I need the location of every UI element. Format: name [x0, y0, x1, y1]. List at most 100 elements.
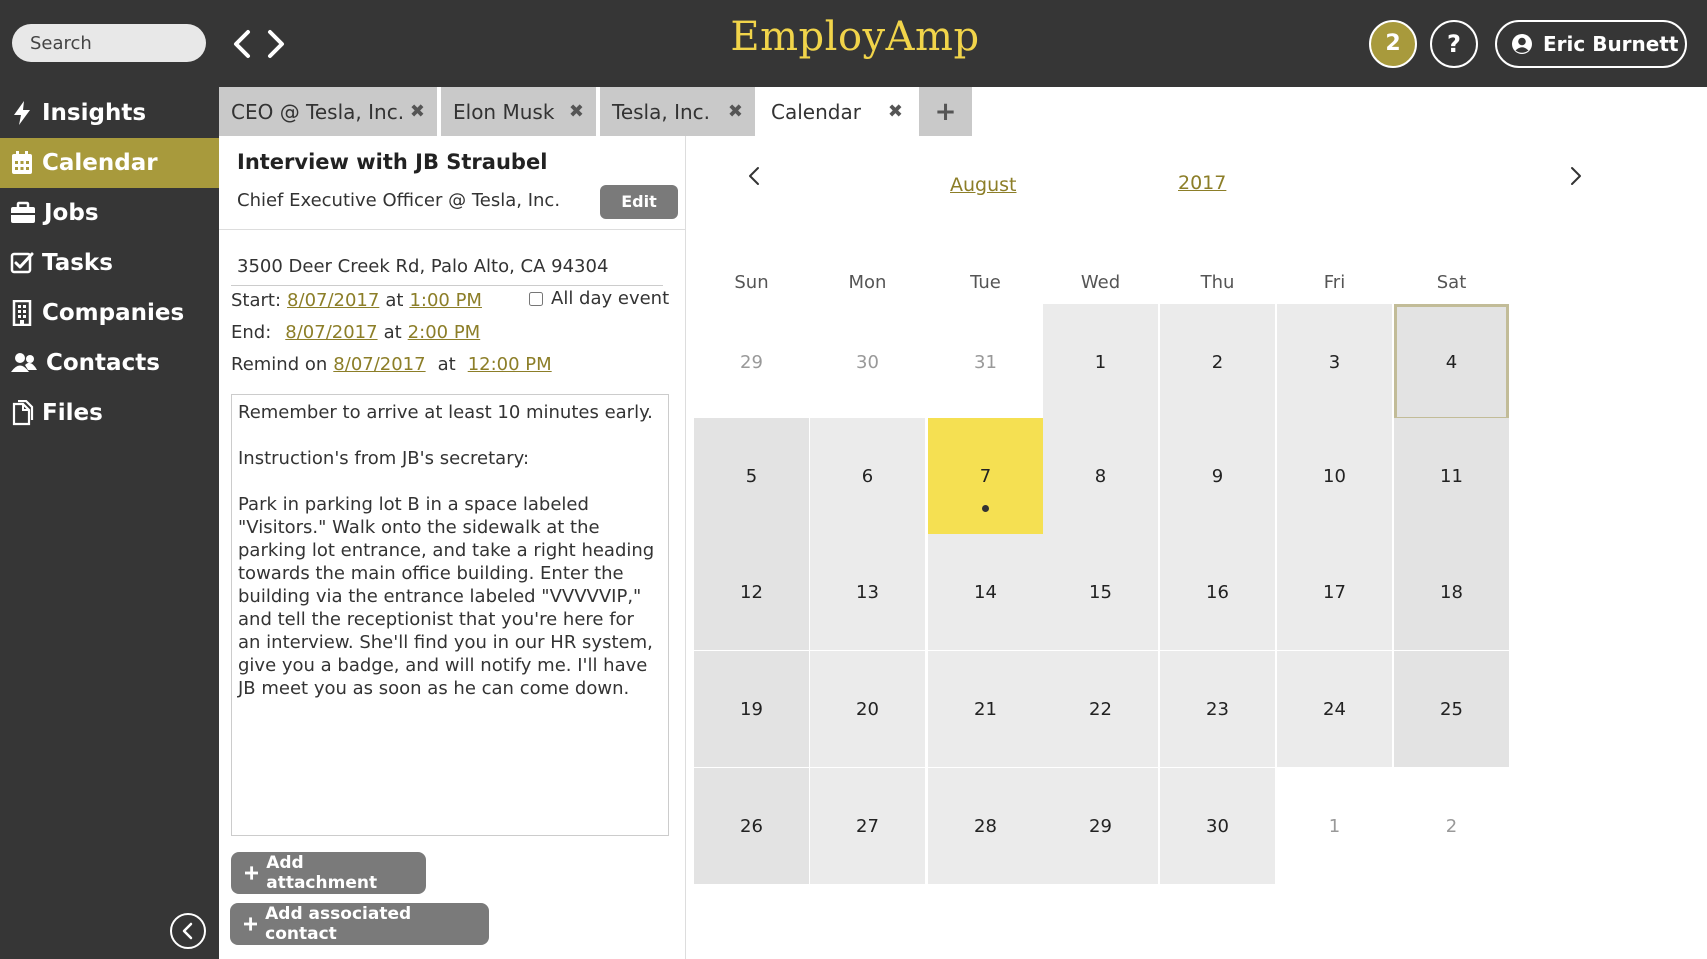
- sidebar-item-companies[interactable]: Companies: [0, 288, 219, 338]
- next-month-icon[interactable]: [1566, 164, 1586, 188]
- calendar-day[interactable]: 29: [694, 304, 809, 420]
- nav-arrows: [230, 24, 288, 64]
- calendar-day[interactable]: 6: [810, 418, 925, 534]
- user-name: Eric Burnett: [1543, 32, 1679, 56]
- year-selector[interactable]: 2017: [1178, 172, 1226, 194]
- calendar-day[interactable]: 4: [1394, 304, 1509, 420]
- calendar-day[interactable]: 20: [810, 651, 925, 767]
- top-bar: EmployAmp 2 ? Eric Burnett: [0, 0, 1707, 87]
- tab-elon-musk[interactable]: Elon Musk ✖: [441, 87, 596, 136]
- remind-date-link[interactable]: 8/07/2017: [333, 354, 425, 375]
- calendar-day[interactable]: 5: [694, 418, 809, 534]
- all-day-checkbox[interactable]: [529, 291, 543, 306]
- start-date-link[interactable]: 8/07/2017: [287, 290, 379, 311]
- calendar-day[interactable]: 23: [1160, 651, 1275, 767]
- close-icon[interactable]: ✖: [410, 101, 425, 122]
- month-selector[interactable]: August: [950, 174, 1017, 196]
- remind-time-link[interactable]: 12:00 PM: [468, 354, 552, 375]
- previous-month-icon[interactable]: [744, 164, 764, 188]
- calendar-day[interactable]: 15: [1043, 534, 1158, 650]
- day-number: 24: [1323, 698, 1346, 720]
- day-number: 29: [1089, 815, 1112, 837]
- day-number: 19: [740, 698, 763, 720]
- calendar-day[interactable]: 26: [694, 768, 809, 884]
- collapse-sidebar-button[interactable]: [170, 913, 206, 949]
- tab-label: CEO @ Tesla, Inc.: [231, 99, 405, 124]
- forward-arrow-icon[interactable]: [268, 30, 284, 58]
- calendar-day[interactable]: 12: [694, 534, 809, 650]
- tab-ceo-tesla[interactable]: CEO @ Tesla, Inc. ✖: [219, 87, 437, 136]
- back-arrow-icon[interactable]: [234, 30, 250, 58]
- day-number: 9: [1211, 465, 1224, 487]
- help-button[interactable]: ?: [1430, 20, 1478, 68]
- day-number: 30: [1206, 815, 1229, 837]
- chevron-left-icon: [182, 922, 193, 940]
- tab-calendar[interactable]: Calendar ✖: [759, 87, 915, 136]
- calendar-day[interactable]: 3: [1277, 304, 1392, 420]
- tab-label: Tesla, Inc.: [612, 99, 710, 124]
- end-time-link[interactable]: 2:00 PM: [408, 322, 481, 343]
- start-time-link[interactable]: 1:00 PM: [409, 290, 482, 311]
- sidebar-item-insights[interactable]: Insights: [0, 88, 219, 138]
- calendar-day[interactable]: 31: [928, 304, 1043, 420]
- calendar-day[interactable]: 29: [1043, 768, 1158, 884]
- user-menu-button[interactable]: Eric Burnett: [1495, 20, 1687, 68]
- close-icon[interactable]: ✖: [728, 101, 743, 122]
- calendar-day[interactable]: 21: [928, 651, 1043, 767]
- start-row: Start: 8/07/2017 at 1:00 PM: [231, 290, 488, 311]
- add-associated-contact-button[interactable]: Add associated contact: [230, 903, 489, 945]
- calendar-day[interactable]: 11: [1394, 418, 1509, 534]
- sidebar-item-calendar[interactable]: Calendar: [0, 138, 219, 188]
- calendar-day[interactable]: 19: [694, 651, 809, 767]
- edit-button[interactable]: Edit: [600, 185, 678, 219]
- calendar-day[interactable]: 28: [928, 768, 1043, 884]
- add-tab-button[interactable]: +: [919, 87, 972, 136]
- day-number: 1: [1094, 351, 1107, 373]
- sidebar-item-label: Companies: [42, 300, 185, 326]
- calendar-day-today[interactable]: 7: [928, 418, 1043, 534]
- calendar-day[interactable]: 30: [1160, 768, 1275, 884]
- calendar-day[interactable]: 17: [1277, 534, 1392, 650]
- calendar-day[interactable]: 22: [1043, 651, 1158, 767]
- address-field[interactable]: [231, 248, 663, 286]
- sidebar-item-label: Files: [42, 400, 103, 426]
- sidebar-item-label: Tasks: [42, 250, 113, 276]
- sidebar-item-contacts[interactable]: Contacts: [0, 338, 219, 388]
- calendar-day[interactable]: 24: [1277, 651, 1392, 767]
- calendar-day[interactable]: 14: [928, 534, 1043, 650]
- plus-icon: [245, 866, 259, 880]
- sidebar-item-tasks[interactable]: Tasks: [0, 238, 219, 288]
- day-number: 30: [856, 351, 879, 373]
- day-number: 12: [740, 581, 763, 603]
- notes-textarea[interactable]: Remember to arrive at least 10 minutes e…: [231, 394, 669, 836]
- calendar-day[interactable]: 9: [1160, 418, 1275, 534]
- calendar-day[interactable]: 13: [810, 534, 925, 650]
- calendar-day[interactable]: 27: [810, 768, 925, 884]
- day-number: 4: [1445, 351, 1458, 373]
- notification-badge[interactable]: 2: [1369, 20, 1417, 68]
- calendar-day[interactable]: 30: [810, 304, 925, 420]
- calendar-day[interactable]: 18: [1394, 534, 1509, 650]
- brand-logo[interactable]: EmployAmp: [700, 14, 1010, 60]
- calendar-day[interactable]: 16: [1160, 534, 1275, 650]
- sidebar-item-jobs[interactable]: Jobs: [0, 188, 219, 238]
- close-icon[interactable]: ✖: [888, 101, 903, 122]
- event-indicator-dot: [982, 505, 989, 512]
- users-icon: [11, 353, 37, 372]
- calendar-day[interactable]: 1: [1277, 768, 1392, 884]
- calendar-day[interactable]: 10: [1277, 418, 1392, 534]
- tab-tesla-inc[interactable]: Tesla, Inc. ✖: [600, 87, 755, 136]
- sidebar-item-files[interactable]: Files: [0, 388, 219, 438]
- calendar-day[interactable]: 2: [1160, 304, 1275, 420]
- add-attachment-button[interactable]: Add attachment: [231, 852, 426, 894]
- all-day-toggle[interactable]: All day event: [529, 288, 669, 309]
- calendar-day[interactable]: 2: [1394, 768, 1509, 884]
- remind-label: Remind on: [231, 354, 328, 375]
- calendar-day[interactable]: 8: [1043, 418, 1158, 534]
- search-input[interactable]: [12, 24, 206, 62]
- close-icon[interactable]: ✖: [569, 101, 584, 122]
- divider: [219, 229, 686, 230]
- calendar-day[interactable]: 1: [1043, 304, 1158, 420]
- calendar-day[interactable]: 25: [1394, 651, 1509, 767]
- end-date-link[interactable]: 8/07/2017: [285, 322, 377, 343]
